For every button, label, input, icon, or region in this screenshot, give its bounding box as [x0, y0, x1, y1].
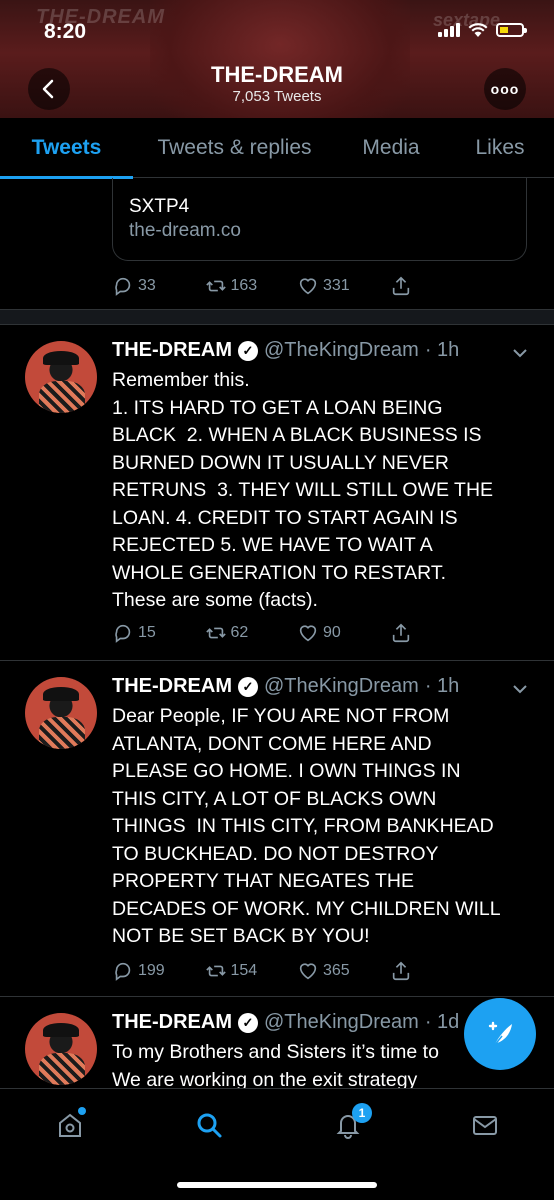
battery-icon	[496, 23, 527, 37]
status-icons	[438, 22, 527, 38]
verified-badge-icon: ✓	[238, 676, 258, 697]
home-indicator[interactable]	[177, 1182, 377, 1188]
retweet-count: 62	[230, 624, 249, 641]
link-preview-card[interactable]: SXTP4 the-dream.co	[112, 178, 527, 261]
share-button[interactable]	[390, 275, 483, 297]
tweet-author-name: THE-DREAM	[112, 339, 232, 361]
retweet-button[interactable]: 163	[205, 275, 298, 297]
tab-tweets-replies[interactable]: Tweets & replies	[133, 118, 336, 178]
reply-button[interactable]: 33	[112, 275, 205, 297]
heart-icon	[299, 625, 317, 642]
profile-name: THE-DREAM	[211, 62, 343, 87]
reply-count: 33	[138, 277, 156, 294]
retweet-icon	[205, 627, 226, 639]
nav-notifications[interactable]: 1	[330, 1103, 372, 1143]
reply-icon	[115, 277, 131, 296]
compose-tweet-button[interactable]	[464, 998, 536, 1070]
tweet-timestamp: · 1h	[424, 675, 460, 697]
mail-icon	[473, 1116, 497, 1135]
status-time: 8:20	[44, 20, 87, 43]
nav-messages[interactable]	[467, 1107, 503, 1143]
avatar[interactable]	[25, 1013, 97, 1085]
reply-icon	[115, 624, 131, 643]
verified-badge-icon: ✓	[238, 340, 258, 361]
share-icon	[392, 961, 409, 981]
tweet-author-handle: @TheKingDream	[264, 339, 419, 361]
heart-icon	[299, 963, 317, 980]
reply-icon	[115, 962, 131, 981]
tweet-author-name: THE-DREAM	[112, 1011, 232, 1033]
tweet-feed[interactable]: SXTP4 the-dream.co 33 163 331 THE-DREAM …	[0, 178, 554, 1088]
tweet-header: THE-DREAM ✓ @TheKingDream · 1h	[112, 339, 459, 362]
share-button[interactable]	[390, 960, 483, 982]
tweet-actions: 199 154 365	[112, 959, 482, 983]
reply-button[interactable]: 15	[112, 622, 205, 644]
tweet-timestamp: · 1h	[424, 339, 460, 361]
tweet-text: Dear People, IF YOU ARE NOT FROM ATLANTA…	[112, 705, 501, 947]
tab-media[interactable]: Media	[336, 118, 446, 178]
retweet-count: 163	[230, 277, 258, 294]
retweet-count: 154	[230, 962, 258, 979]
tweet-actions: 15 62 90	[112, 621, 482, 645]
tweet-actions: 33 163 331	[112, 274, 482, 298]
chevron-down-icon[interactable]	[510, 343, 530, 363]
link-card-url: the-dream.co	[129, 220, 241, 241]
tab-likes[interactable]: Likes	[446, 118, 554, 178]
like-count: 365	[323, 962, 350, 979]
more-icon: ooo	[490, 81, 520, 97]
tweet-timestamp: · 1d	[424, 1011, 460, 1033]
verified-badge-icon: ✓	[238, 1012, 258, 1033]
search-icon	[197, 1113, 222, 1138]
tweet[interactable]: THE-DREAM ✓ @TheKingDream · 1h Remember …	[0, 325, 554, 661]
tweet-count: 7,053 Tweets	[232, 88, 322, 105]
tweet-header: THE-DREAM ✓ @TheKingDream · 1d	[112, 1011, 459, 1034]
link-card-title: SXTP4	[129, 196, 190, 217]
heart-icon	[299, 278, 317, 295]
like-count: 331	[323, 277, 350, 294]
new-content-dot	[78, 1107, 86, 1115]
tweet-header: THE-DREAM ✓ @TheKingDream · 1h	[112, 675, 459, 698]
tweet-text: Remember this. 1. ITS HARD TO GET A LOAN…	[112, 369, 494, 611]
chevron-down-icon[interactable]	[510, 679, 530, 699]
retweet-button[interactable]: 62	[205, 622, 298, 644]
tweet-author-name: THE-DREAM	[112, 675, 232, 697]
tweet-author-handle: @TheKingDream	[264, 1011, 419, 1033]
reply-count: 15	[138, 624, 156, 641]
like-count: 90	[323, 624, 341, 641]
like-button[interactable]: 90	[297, 622, 390, 644]
profile-header: THE-DREAM sextape 8:20 THE-DREAM 7,053 T…	[0, 0, 554, 118]
avatar[interactable]	[25, 677, 97, 749]
section-separator	[0, 309, 554, 325]
nav-home[interactable]	[52, 1107, 88, 1143]
notifications-badge: 1	[352, 1103, 372, 1123]
retweet-button[interactable]: 154	[205, 960, 298, 982]
cellular-signal-icon	[438, 23, 460, 37]
like-button[interactable]: 365	[297, 960, 390, 982]
nav-search[interactable]	[191, 1107, 227, 1143]
more-options-button[interactable]: ooo	[484, 68, 526, 110]
reply-button[interactable]: 199	[112, 960, 205, 982]
retweet-icon	[205, 280, 226, 292]
share-icon	[392, 276, 409, 296]
tweet[interactable]: THE-DREAM ✓ @TheKingDream · 1h Dear Peop…	[0, 661, 554, 997]
share-button[interactable]	[390, 622, 483, 644]
profile-tabs: Tweets Tweets & replies Media Likes	[0, 118, 554, 179]
wifi-icon	[468, 23, 488, 37]
compose-feather-icon	[488, 1021, 512, 1047]
avatar[interactable]	[25, 341, 97, 413]
share-icon	[392, 623, 409, 643]
reply-count: 199	[138, 962, 165, 979]
like-button[interactable]: 331	[297, 275, 390, 297]
retweet-icon	[205, 965, 226, 977]
tweet-author-handle: @TheKingDream	[264, 675, 419, 697]
tab-tweets[interactable]: Tweets	[0, 118, 133, 179]
